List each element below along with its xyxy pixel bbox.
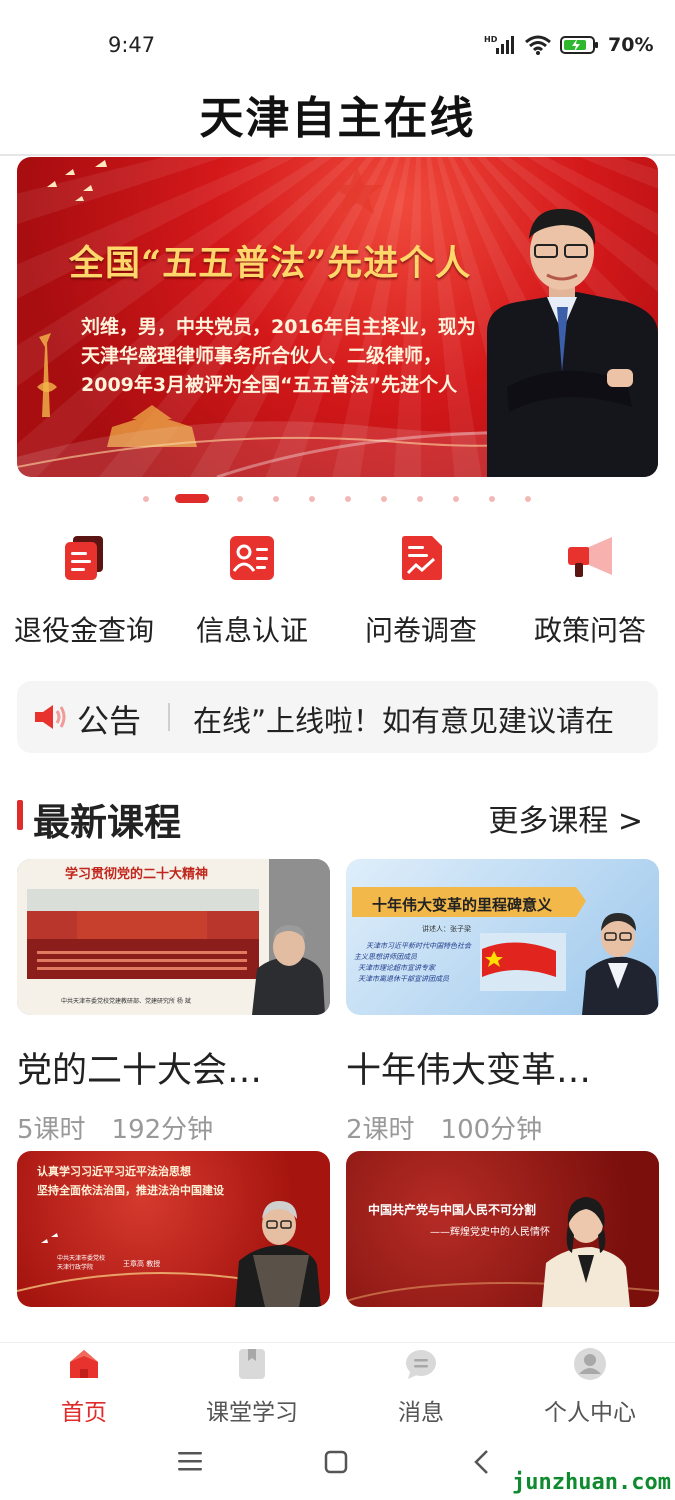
thumbnail-heading-secondary: ——辉煌党史中的人民情怀 [430, 1227, 550, 1238]
course-lessons: 5课时 [17, 1115, 86, 1145]
quick-action-label: 问卷调查 [364, 614, 477, 647]
status-icons: HD 70% [484, 33, 653, 57]
status-bar: 9:47 HD 70% [0, 0, 675, 90]
signal-icon: HD [484, 35, 514, 54]
thumbnail-bio-line: 主义思想讲师团成员 [354, 953, 417, 961]
carousel-indicator[interactable] [0, 493, 675, 505]
hero-banner[interactable]: 全国“五五普法”先进个人 刘维，男，中共党员，2016年自主择业，现为天津华盛理… [17, 157, 658, 477]
course-meta: 5课时 192分钟 [17, 1109, 330, 1146]
thumbnail-speaker: 讲述人：张子梁 [422, 925, 471, 933]
quick-action-label: 退役金查询 [13, 614, 154, 647]
tab-profile[interactable]: 个人中心 [506, 1347, 674, 1427]
course-card[interactable]: 学习贯彻党的二十大精神 中共天津市委党校党建教研部、党建研究所 杨 斌 党的二十… [17, 859, 330, 1146]
thumbnail-bio-line: 天津市离退休干部宣讲团成员 [358, 975, 449, 983]
thumbnail-art [352, 887, 659, 1015]
battery-icon [560, 36, 598, 54]
quick-action-label: 信息认证 [195, 614, 308, 647]
thumbnail-caption: 中共天津市委党校党建教研部、党建研究所 杨 斌 [61, 998, 191, 1005]
thumbnail-heading: 十年伟大变革的里程碑意义 [372, 896, 553, 914]
watermark: junzhuan.com [512, 1470, 671, 1495]
carousel-dot[interactable] [309, 496, 315, 502]
carousel-dot[interactable] [525, 496, 531, 502]
section-title: 最新课程 [33, 801, 181, 844]
course-title: 党的二十大会… [17, 1051, 263, 1091]
more-courses-link[interactable]: 更多课程 > [488, 796, 643, 840]
quick-actions: 退役金查询 信息认证 问卷调查 政策问答 [0, 533, 675, 653]
announcement-bar[interactable]: 公告 在线”上线啦！如有意见建议请在 [17, 681, 658, 753]
course-card[interactable]: 中国共产党与中国人民不可分割 ——辉煌党史中的人民情怀 [346, 1151, 659, 1307]
announcement-divider [168, 703, 170, 731]
tab-home[interactable]: 首页 [0, 1347, 168, 1427]
course-title: 十年伟大变革… [346, 1051, 592, 1091]
course-meta: 2课时 100分钟 [346, 1109, 659, 1146]
tab-classroom[interactable]: 课堂学习 [168, 1347, 336, 1427]
course-thumbnail[interactable]: 十年伟大变革的里程碑意义 讲述人：张子梁 天津市习近平新时代中国特色社会 主义思… [346, 859, 659, 1015]
survey-chart-icon [402, 536, 442, 580]
home-icon [70, 1350, 98, 1378]
carousel-dot[interactable] [417, 496, 423, 502]
thumbnail-heading: 中国共产党与中国人民不可分割 [368, 1203, 537, 1217]
quick-action-policy-qa[interactable]: 政策问答 [506, 533, 674, 649]
thumbnail-art [17, 859, 330, 1015]
carousel-dot[interactable] [453, 496, 459, 502]
course-card[interactable]: 十年伟大变革的里程碑意义 讲述人：张子梁 天津市习近平新时代中国特色社会 主义思… [346, 859, 659, 1146]
speaker-icon [35, 705, 66, 729]
bottom-tab-bar: 首页 课堂学习 消息 个人中心 [0, 1342, 675, 1426]
thumbnail-org: 中共天津市委党校 天津行政学院 [57, 1255, 106, 1271]
thumbnail-bio-line: 天津市理论超市宣讲专家 [358, 964, 435, 972]
hd-label: HD [484, 35, 498, 44]
quick-action-label: 政策问答 [533, 614, 646, 647]
quick-action-info-verify[interactable]: 信息认证 [168, 533, 336, 649]
course-lessons: 2课时 [346, 1115, 415, 1145]
message-icon [406, 1350, 436, 1379]
quick-action-pension-query[interactable]: 退役金查询 [0, 533, 168, 649]
course-thumbnail[interactable]: 认真学习习近平习近平法治思想 坚持全面依法治国，推进法治中国建设 中共天津市委党… [17, 1151, 330, 1307]
announcement-text: 在线”上线啦！如有意见建议请在 [193, 704, 615, 738]
battery-percent: 70% [608, 34, 654, 56]
header-divider [0, 154, 675, 156]
carousel-dot[interactable] [143, 496, 149, 502]
banner-title: 全国“五五普法”先进个人 [69, 243, 472, 284]
banner-description: 刘维，男，中共党员，2016年自主择业，现为天津华盛理律师事务所合伙人、二级律师… [81, 316, 476, 396]
carousel-dot[interactable] [381, 496, 387, 502]
carousel-dot[interactable] [273, 496, 279, 502]
document-stack-icon [65, 536, 103, 580]
course-duration: 100分钟 [440, 1115, 543, 1145]
speaker-portrait [487, 208, 658, 477]
wifi-icon [525, 35, 551, 55]
thumbnail-heading-secondary: 坚持全面依法治国，推进法治中国建设 [37, 1184, 224, 1197]
carousel-dot[interactable] [345, 496, 351, 502]
section-accent-bar [17, 800, 23, 830]
course-duration: 192分钟 [111, 1115, 214, 1145]
carousel-dot[interactable] [489, 496, 495, 502]
bookmark-icon [239, 1349, 265, 1379]
thumbnail-speaker: 王章高 教授 [123, 1260, 161, 1268]
carousel-dot[interactable] [237, 496, 243, 502]
person-icon [574, 1348, 606, 1380]
course-card[interactable]: 认真学习习近平习近平法治思想 坚持全面依法治国，推进法治中国建设 中共天津市委党… [17, 1151, 330, 1307]
home-button-icon[interactable] [324, 1450, 348, 1474]
quick-action-survey[interactable]: 问卷调查 [337, 533, 505, 649]
thumbnail-bio-line: 天津市习近平新时代中国特色社会 [366, 942, 471, 950]
tab-messages[interactable]: 消息 [337, 1347, 505, 1427]
thumbnail-heading: 认真学习习近平习近平法治思想 [37, 1165, 191, 1178]
thumbnail-heading: 学习贯彻党的二十大精神 [65, 867, 209, 882]
back-icon[interactable] [472, 1449, 492, 1475]
course-thumbnail[interactable]: 中国共产党与中国人民不可分割 ——辉煌党史中的人民情怀 [346, 1151, 659, 1307]
status-time: 9:47 [108, 33, 156, 57]
course-thumbnail[interactable]: 学习贯彻党的二十大精神 中共天津市委党校党建教研部、党建研究所 杨 斌 [17, 859, 330, 1015]
app-title: 天津自主在线 [199, 93, 476, 144]
menu-icon[interactable] [177, 1450, 203, 1472]
id-card-icon [230, 536, 274, 580]
megaphone-icon [568, 537, 612, 577]
announcement-label: 公告 [77, 702, 142, 740]
carousel-dot-active[interactable] [175, 494, 209, 503]
